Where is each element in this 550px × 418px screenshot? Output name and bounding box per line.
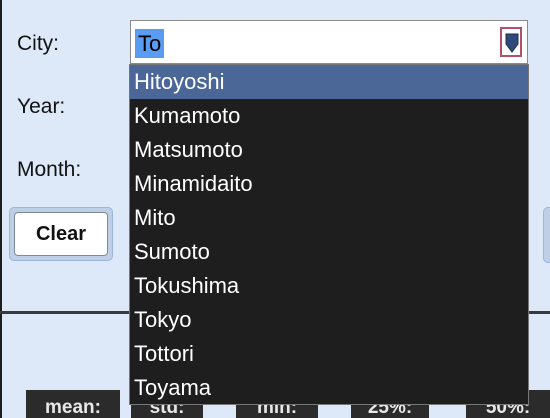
year-label: Year:	[17, 95, 66, 118]
window-edge	[0, 0, 2, 418]
city-dropdown-list: Hitoyoshi Kumamoto Matsumoto Minamidaito Mit…	[129, 64, 529, 405]
month-label: Month:	[17, 158, 82, 181]
chevron-down-icon[interactable]	[500, 27, 522, 57]
dropdown-option[interactable]: Matsumoto	[130, 133, 528, 167]
partial-button[interactable]	[543, 207, 550, 263]
dropdown-option[interactable]: Tottori	[130, 337, 528, 371]
clear-button[interactable]: Clear	[9, 207, 113, 261]
stat-mean: mean:	[26, 390, 120, 418]
dropdown-option[interactable]: Hitoyoshi	[130, 65, 528, 99]
dropdown-option[interactable]: Minamidaito	[130, 167, 528, 201]
city-label: City:	[17, 32, 59, 55]
dropdown-option[interactable]: Kumamoto	[130, 99, 528, 133]
clear-button-label: Clear	[14, 212, 108, 256]
dropdown-option[interactable]: Tokyo	[130, 303, 528, 337]
dropdown-option[interactable]: Sumoto	[130, 235, 528, 269]
dropdown-option[interactable]: Tokushima	[130, 269, 528, 303]
stat-mean-label: mean:	[45, 397, 101, 418]
dropdown-option[interactable]: Mito	[130, 201, 528, 235]
city-select[interactable]: To	[130, 20, 528, 64]
dropdown-option[interactable]: Toyama	[130, 371, 528, 405]
city-input-value[interactable]: To	[135, 29, 165, 58]
